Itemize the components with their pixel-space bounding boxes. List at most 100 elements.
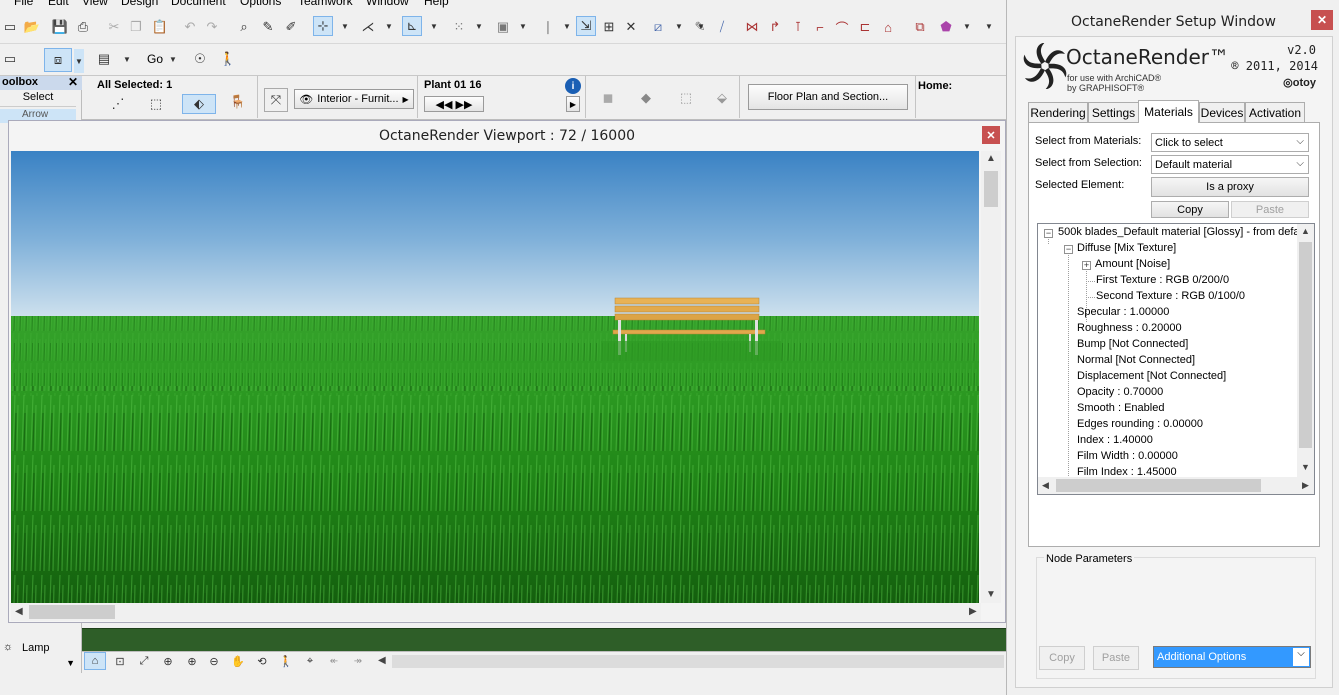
attribute-dropdown-icon[interactable]: ▼ [962,16,972,36]
scroll-right-icon[interactable]: ▶ [969,606,977,617]
zoom-add-icon[interactable]: ⊕ [158,652,178,670]
gravity-icon[interactable]: ⊹ [313,16,333,36]
find-select-icon[interactable]: ⌕ [234,17,254,37]
undo-icon[interactable]: ↶ [180,17,200,37]
scroll-down-icon[interactable]: ▼ [1301,462,1310,472]
menu-options[interactable]: Options [240,0,281,8]
floor-plan-section-button[interactable]: Floor Plan and Section... [748,84,908,110]
tree-node-opacity[interactable]: Opacity : 0.70000 [1077,386,1163,398]
home-view-icon[interactable]: ⌂ [84,652,106,670]
tree-node-root[interactable]: 500k blades_Default material [Glossy] - … [1058,226,1311,238]
horizontal-scrollbar[interactable] [392,655,1004,668]
3d-window-icon[interactable]: ⧈ [44,48,72,72]
polygon-icon[interactable]: ⌂ [878,17,898,37]
tree-node-amount[interactable]: Amount [Noise] [1095,258,1170,270]
additional-options-select[interactable]: Additional Options ⌵ [1153,646,1311,668]
explore-icon[interactable]: ⌖ [300,652,320,670]
go-dropdown-icon[interactable]: ▼ [168,49,178,69]
close-icon[interactable]: ✕ [982,126,1000,144]
tree-node-displacement[interactable]: Displacement [Not Connected] [1077,370,1226,382]
split-icon[interactable]: ⧸ [712,17,732,37]
orbit-icon[interactable]: ⟲ [252,652,272,670]
snap-dropdown-icon[interactable]: ▼ [384,16,394,36]
scroll-down-icon[interactable]: ▼ [986,589,996,600]
rotate-icon[interactable]: ↱ [765,17,785,37]
menu-design[interactable]: Design [121,0,158,8]
guide-dropdown-icon[interactable]: ▼ [429,16,439,36]
pen-icon[interactable]: ❘ [538,17,558,37]
3d-window-dropdown-icon[interactable]: ▼ [74,49,84,73]
scroll-thumb[interactable] [1056,479,1261,492]
zoom-out-icon[interactable]: ⊖ [204,652,224,670]
copy-button[interactable]: Copy [1151,201,1229,218]
rotate-box-icon[interactable]: ⬙ [710,86,734,110]
box-icon[interactable]: ⬚ [674,86,698,110]
menu-help[interactable]: Help [424,0,449,8]
expand-icon[interactable]: + [1082,261,1091,270]
horizontal-scrollbar[interactable]: ◀ ▶ [11,603,981,621]
materials-select[interactable]: Click to select ⌵ [1151,133,1309,152]
dimension-icon[interactable]: ⊞ [599,17,619,37]
trim-dropdown-icon[interactable]: ▼ [674,16,684,36]
tab-rendering[interactable]: Rendering [1028,102,1088,122]
layer-settings-icon[interactable]: ⤧ [264,88,288,112]
move-icon[interactable]: ⊺ [788,17,808,37]
layout-icon[interactable]: ▤ [94,49,114,69]
walk-icon[interactable]: 🚶 [276,652,296,670]
vertical-scrollbar[interactable]: ▲ ▼ [981,151,1001,603]
close-icon[interactable]: ✕ [1311,10,1333,30]
grid-dropdown-icon[interactable]: ▼ [474,16,484,36]
save-icon[interactable]: 💾 [50,17,70,37]
trim-icon[interactable]: ⧄ [648,17,668,37]
layer-select-button[interactable]: 👁 Interior - Furnit... ▶ [294,89,414,109]
node-copy-button[interactable]: Copy [1039,646,1085,670]
scroll-thumb[interactable] [984,171,998,207]
open-icon[interactable]: 📂 [22,17,42,37]
tab-materials[interactable]: Materials [1138,100,1199,123]
mirror-icon[interactable]: ⋈ [742,17,762,37]
go-label[interactable]: Go [147,52,163,66]
menu-document[interactable]: Document [171,0,226,8]
tree-node-edges-rounding[interactable]: Edges rounding : 0.00000 [1077,418,1203,430]
chair-icon[interactable]: 🪑 [226,90,250,114]
menu-teamwork[interactable]: Teamwork [298,0,353,8]
floor-icon[interactable]: ◆ [634,86,658,110]
stretch-icon[interactable]: ⌐ [810,17,830,37]
chevron-down-icon[interactable]: ▼ [66,658,75,668]
tree-horizontal-scrollbar[interactable]: ◀ ▶ [1038,477,1314,494]
tab-activation[interactable]: Activation [1245,102,1305,122]
tree-node-bump[interactable]: Bump [Not Connected] [1077,338,1188,350]
eyedropper-icon[interactable]: ✎ [258,17,278,37]
paste-icon[interactable]: 📋 [150,17,170,37]
arc-icon[interactable]: ⌒ [832,17,852,37]
material-tree[interactable]: − 500k blades_Default material [Glossy] … [1037,223,1315,495]
group-icon[interactable]: ⧉ [910,17,930,37]
grid-icon[interactable]: ⁙ [449,17,469,37]
zoom-back-icon[interactable]: ↞ [324,652,344,670]
scroll-left-icon[interactable]: ◀ [378,655,386,666]
scroll-up-icon[interactable]: ▲ [1301,226,1310,236]
tree-node-second-texture[interactable]: Second Texture : RGB 0/100/0 [1096,290,1245,302]
cross-icon[interactable]: ✕ [621,17,641,37]
tree-node-first-texture[interactable]: First Texture : RGB 0/200/0 [1096,274,1229,286]
cut-icon[interactable]: ✂ [104,17,124,37]
info-icon[interactable]: i [565,78,581,94]
copy-icon[interactable]: ❐ [126,17,146,37]
redo-icon[interactable]: ↷ [202,17,222,37]
menu-file[interactable]: File [14,0,33,8]
attribute-icon[interactable]: ⬟ [936,17,956,37]
close-icon[interactable]: ✕ [68,75,78,89]
scroll-up-icon[interactable]: ▲ [986,153,996,164]
scroll-left-icon[interactable]: ◀ [1042,480,1049,491]
edit-elements-icon[interactable]: ⇲ [576,16,596,36]
rect-select-icon[interactable]: ⬚ [146,94,166,114]
node-paste-button[interactable]: Paste [1093,646,1139,670]
geometry-method-icon[interactable]: ⋰ [108,94,128,114]
layout-dropdown-icon[interactable]: ▼ [122,49,132,69]
tree-node-index[interactable]: Index : 1.40000 [1077,434,1153,446]
tab-settings[interactable]: Settings [1088,102,1139,122]
print-icon[interactable]: ⎙ [73,17,93,37]
new-icon[interactable]: ▭ [0,17,20,37]
zoom-in-icon[interactable]: ⊕ [182,652,202,670]
tree-node-normal[interactable]: Normal [Not Connected] [1077,354,1195,366]
